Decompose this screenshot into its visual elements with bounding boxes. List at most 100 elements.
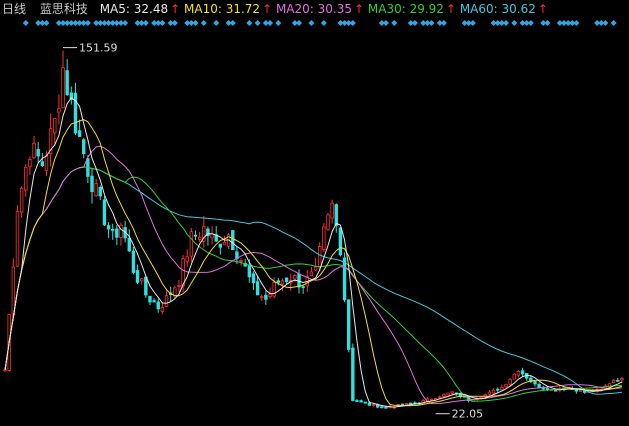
event-marker-icon [159,20,166,26]
candle-body [44,155,49,171]
candle-body [363,401,367,404]
candle-body [504,383,508,388]
candle-body [251,273,256,284]
candle-body [218,243,223,248]
event-marker-icon [469,20,476,26]
candle-body [73,92,78,134]
chart-header: 日线 蓝思科技 MA5: 32.48 ↑ MA10: 31.72 ↑ MA20: 3… [2,1,548,17]
candle-body [284,277,289,283]
candle-body [338,227,343,256]
candle-body [156,301,160,310]
ma30-up-arrow-icon: ↑ [445,2,456,16]
period-label[interactable]: 日线 [2,2,26,16]
candle-body [371,404,376,407]
candle-body [438,396,442,399]
candle-body [367,402,372,406]
candle-body [239,260,243,262]
candle-body [111,228,115,231]
candle-body [260,296,264,299]
event-marker-icon [391,20,398,26]
candle-body [380,406,384,409]
candle-body [611,379,616,384]
event-marker-icon [382,20,389,26]
candle-body [293,275,297,280]
event-marker-icon [602,20,609,26]
candle-body [255,281,260,296]
ma60-line [4,166,622,395]
candle-body [53,118,57,134]
event-marker-icon [573,20,580,26]
candle-body [32,142,36,159]
event-marker-icon [511,20,518,26]
event-marker-icon [610,20,617,26]
candle-body [442,393,446,397]
event-marker-icon [308,20,315,26]
candle-body [450,391,454,394]
event-marker-icon [296,20,303,26]
candle-body [533,381,537,385]
candle-body [541,387,545,390]
event-marker-icon [84,20,91,26]
event-marker-icon [200,20,207,26]
event-marker-icon [122,20,129,26]
min-price-label: 22.05 [452,408,484,421]
candle-body [272,282,276,297]
candle-body [24,166,28,191]
event-marker-icon [320,20,327,26]
candle-body [144,276,148,296]
candle-body [620,378,624,381]
candle-body [3,369,7,372]
candle-body [359,400,363,403]
event-marker-icon [142,20,149,26]
candle-body [57,108,61,113]
ma5-up-arrow-icon: ↑ [170,2,181,16]
event-marker-icon [213,20,220,26]
candle-body [309,271,314,276]
candlestick-plot[interactable]: 151.59 22.05 [0,0,629,426]
event-marker-icon [544,20,551,26]
kline-chart[interactable]: 151.59 22.05 日线 蓝思科技 MA5: 32.48 ↑ MA10: 31… [0,0,629,426]
candle-body [537,384,541,388]
candle-body [119,224,123,238]
candle-body [322,226,326,250]
event-marker-icon [171,20,178,26]
candle-body [77,130,82,137]
event-marker-icon [411,20,418,26]
candle-body [19,187,24,213]
candle-body [334,204,338,226]
candle-body [330,202,334,219]
candle-body [135,270,140,283]
event-marker-icon [349,20,356,26]
candle-body [516,370,521,376]
candle-body [384,406,388,409]
candle-body [318,246,322,268]
candle-body [553,389,558,392]
ma60-up-arrow-icon: ↑ [537,2,548,16]
candle-body [500,386,504,391]
candle-body [164,295,169,307]
event-marker-icon [246,20,253,26]
candle-body [582,390,587,393]
candle-body [231,230,235,251]
candle-body [404,403,409,405]
candle-body [40,161,45,167]
candle-body [326,214,330,230]
candle-body [616,379,620,382]
candle-body [520,370,525,375]
candle-body [36,148,40,157]
candle-body [152,300,156,303]
event-marker-icon [229,20,236,26]
candle-body [578,389,583,392]
event-marker-icon [192,20,199,26]
candle-body [177,284,181,287]
event-marker-icon [503,20,510,26]
candle-body [429,398,434,401]
ma60-value: MA60: 30.62 [459,2,536,16]
candle-body [446,392,450,396]
candle-body [131,250,136,273]
candle-body [90,175,94,193]
event-marker-icon [527,20,534,26]
candle-body [301,286,305,289]
candle-body [400,403,405,406]
candle-body [491,389,496,394]
